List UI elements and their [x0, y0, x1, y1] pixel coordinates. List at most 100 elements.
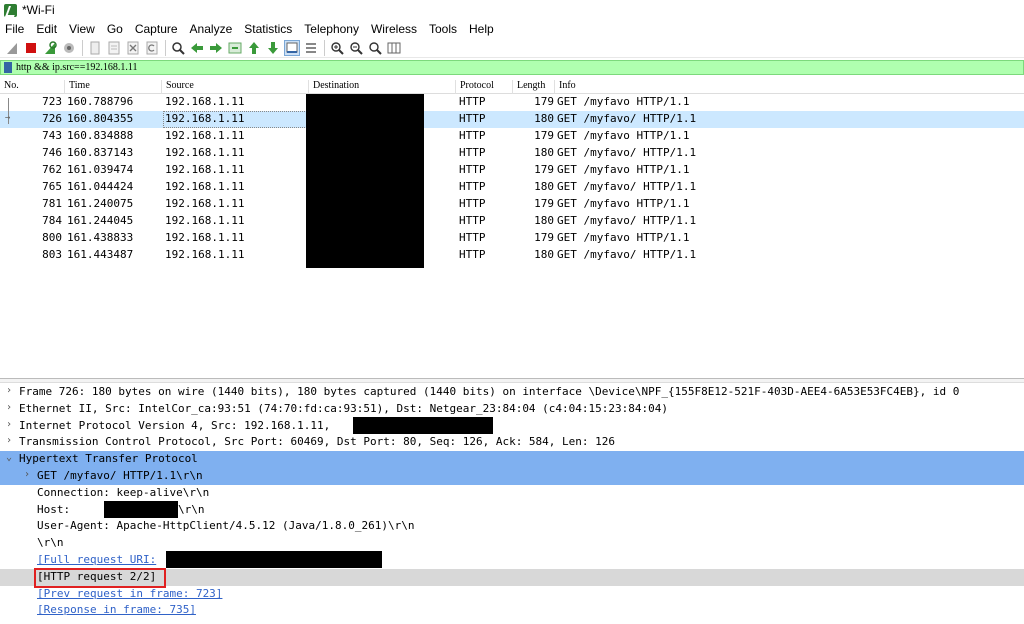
menu-statistics[interactable]: Statistics	[238, 22, 298, 36]
detail-line[interactable]: ⌄ Hypertext Transfer Protocol	[0, 451, 1024, 468]
restart-capture-icon[interactable]	[42, 40, 58, 56]
menu-capture[interactable]: Capture	[129, 22, 184, 36]
detail-line[interactable]: › Frame 726: 180 bytes on wire (1440 bits…	[0, 384, 1024, 401]
pane-splitter[interactable]	[0, 378, 1024, 383]
menu-edit[interactable]: Edit	[30, 22, 63, 36]
detail-line[interactable]: \r\n	[0, 535, 1024, 552]
find-packet-icon[interactable]	[170, 40, 186, 56]
reload-file-icon[interactable]	[144, 40, 160, 56]
expand-arrow-icon[interactable]: ⌄	[6, 452, 12, 463]
packet-source-cell: 192.168.1.11	[165, 197, 245, 210]
column-header-time[interactable]: Time	[64, 80, 90, 94]
packet-protocol-cell: HTTP	[459, 231, 486, 244]
menu-view[interactable]: View	[63, 22, 101, 36]
packet-row[interactable]: 784 161.244045 192.168.1.11 HTTP 180 GET /myf…	[0, 213, 1024, 230]
menu-wireless[interactable]: Wireless	[365, 22, 423, 36]
detail-line[interactable]: [Response in frame: 735]	[0, 602, 1024, 619]
packet-time-cell: 161.443487	[67, 248, 134, 261]
column-header-length[interactable]: Length	[512, 80, 545, 94]
packet-protocol-cell: HTTP	[459, 146, 486, 159]
detail-line[interactable]: › GET /myfavo/ HTTP/1.1\r\n	[0, 468, 1024, 485]
packet-protocol-cell: HTTP	[459, 163, 486, 176]
close-file-icon[interactable]	[125, 40, 141, 56]
packet-source-cell: 192.168.1.11	[165, 163, 245, 176]
go-first-icon[interactable]	[246, 40, 262, 56]
column-header-info[interactable]: Info	[554, 80, 576, 94]
open-file-icon[interactable]	[87, 40, 103, 56]
packet-row[interactable]: 803 161.443487 192.168.1.11 HTTP 180 GET /myf…	[0, 247, 1024, 264]
packet-source-cell: 192.168.1.11	[165, 129, 245, 142]
autoscroll-icon[interactable]	[284, 39, 300, 56]
zoom-in-icon[interactable]	[329, 40, 345, 56]
collapse-arrow-icon[interactable]: ›	[6, 402, 12, 413]
menu-tools[interactable]: Tools	[423, 22, 463, 36]
display-filter-input[interactable]: http && ip.src==192.168.1.11	[16, 62, 137, 73]
packet-info-cell: GET /myfavo HTTP/1.1	[557, 129, 690, 142]
packet-row[interactable]: 726 160.804355 192.168.1.11 HTTP 180 GET /myf…	[0, 111, 1024, 128]
packet-row[interactable]: 762 161.039474 192.168.1.11 HTTP 179 GET /myf…	[0, 162, 1024, 179]
column-header-destination[interactable]: Destination	[308, 80, 359, 94]
column-header-source[interactable]: Source	[161, 80, 194, 94]
go-to-packet-icon[interactable]	[227, 40, 243, 56]
detail-line[interactable]: [Full request URI:	[0, 552, 1024, 569]
detail-text[interactable]: [Response in frame: 735]	[37, 603, 196, 616]
collapse-arrow-icon[interactable]: ›	[24, 469, 30, 480]
menu-telephony[interactable]: Telephony	[298, 22, 365, 36]
redacted-destination-ip	[353, 417, 493, 434]
collapse-arrow-icon[interactable]: ›	[6, 419, 12, 430]
redacted-full-uri	[166, 551, 382, 568]
display-filter-bar[interactable]: http && ip.src==192.168.1.11	[0, 60, 1024, 75]
normal-size-icon[interactable]	[367, 40, 383, 56]
detail-text: GET /myfavo/ HTTP/1.1\r\n	[37, 469, 203, 482]
capture-options-icon[interactable]	[61, 40, 77, 56]
collapse-arrow-icon[interactable]: ›	[6, 385, 12, 396]
go-back-icon[interactable]	[189, 40, 205, 56]
go-forward-icon[interactable]	[208, 40, 224, 56]
packet-details-pane[interactable]: › Frame 726: 180 bytes on wire (1440 bits…	[0, 384, 1024, 624]
menu-go[interactable]: Go	[101, 22, 129, 36]
packet-row[interactable]: 743 160.834888 192.168.1.11 HTTP 179 GET /myf…	[0, 128, 1024, 145]
colorize-icon[interactable]	[303, 40, 319, 56]
collapse-arrow-icon[interactable]: ›	[6, 435, 12, 446]
packet-row[interactable]: 765 161.044424 192.168.1.11 HTTP 180 GET /myf…	[0, 179, 1024, 196]
detail-line[interactable]: › Transmission Control Protocol, Src Port…	[0, 434, 1024, 451]
packet-row[interactable]: 781 161.240075 192.168.1.11 HTTP 179 GET /myf…	[0, 196, 1024, 213]
menu-file[interactable]: File	[0, 22, 30, 36]
detail-line[interactable]: › Ethernet II, Src: IntelCor_ca:93:51 (74…	[0, 401, 1024, 418]
title-bar: *Wi-Fi	[0, 0, 1024, 20]
packet-list[interactable]: 723 160.788796 192.168.1.11 HTTP 179 GET /myf…	[0, 94, 1024, 377]
packet-info-cell: GET /myfavo HTTP/1.1	[557, 197, 690, 210]
detail-line[interactable]: User-Agent: Apache-HttpClient/4.5.12 (Ja…	[0, 518, 1024, 535]
go-last-icon[interactable]	[265, 40, 281, 56]
packet-info-cell: GET /myfavo HTTP/1.1	[557, 231, 690, 244]
column-header-protocol[interactable]: Protocol	[455, 80, 494, 94]
save-file-icon[interactable]	[106, 40, 122, 56]
detail-line[interactable]: › Internet Protocol Version 4, Src: 192.1…	[0, 418, 1024, 435]
detail-text[interactable]: [Prev request in frame: 723]	[37, 587, 222, 600]
detail-suffix: \r\n	[178, 503, 205, 516]
detail-text[interactable]: [Full request URI:	[37, 553, 156, 566]
packet-row[interactable]: 746 160.837143 192.168.1.11 HTTP 180 GET /myf…	[0, 145, 1024, 162]
detail-text: User-Agent: Apache-HttpClient/4.5.12 (Ja…	[37, 519, 415, 532]
bookmark-icon[interactable]	[4, 62, 12, 73]
packet-row[interactable]: 723 160.788796 192.168.1.11 HTTP 179 GET /myf…	[0, 94, 1024, 111]
detail-text: Internet Protocol Version 4, Src: 192.16…	[19, 419, 331, 432]
menu-help[interactable]: Help	[463, 22, 500, 36]
packet-protocol-cell: HTTP	[459, 95, 486, 108]
zoom-out-icon[interactable]	[348, 40, 364, 56]
resize-columns-icon[interactable]	[386, 40, 402, 56]
packet-length-cell: 180	[534, 112, 554, 125]
packet-time-cell: 160.834888	[67, 129, 134, 142]
menu-analyze[interactable]: Analyze	[184, 22, 239, 36]
focus-outline	[163, 111, 307, 128]
packet-protocol-cell: HTTP	[459, 248, 486, 261]
stop-capture-icon[interactable]	[23, 40, 39, 56]
shark-fin-start-icon[interactable]	[4, 40, 20, 56]
packet-time-cell: 160.837143	[67, 146, 134, 159]
packet-protocol-cell: HTTP	[459, 197, 486, 210]
redacted-host	[104, 501, 178, 518]
column-header-no[interactable]: No.	[0, 80, 19, 94]
detail-line[interactable]: Connection: keep-alive\r\n	[0, 485, 1024, 502]
detail-line[interactable]: [Prev request in frame: 723]	[0, 586, 1024, 603]
packet-row[interactable]: 800 161.438833 192.168.1.11 HTTP 179 GET /myf…	[0, 230, 1024, 247]
